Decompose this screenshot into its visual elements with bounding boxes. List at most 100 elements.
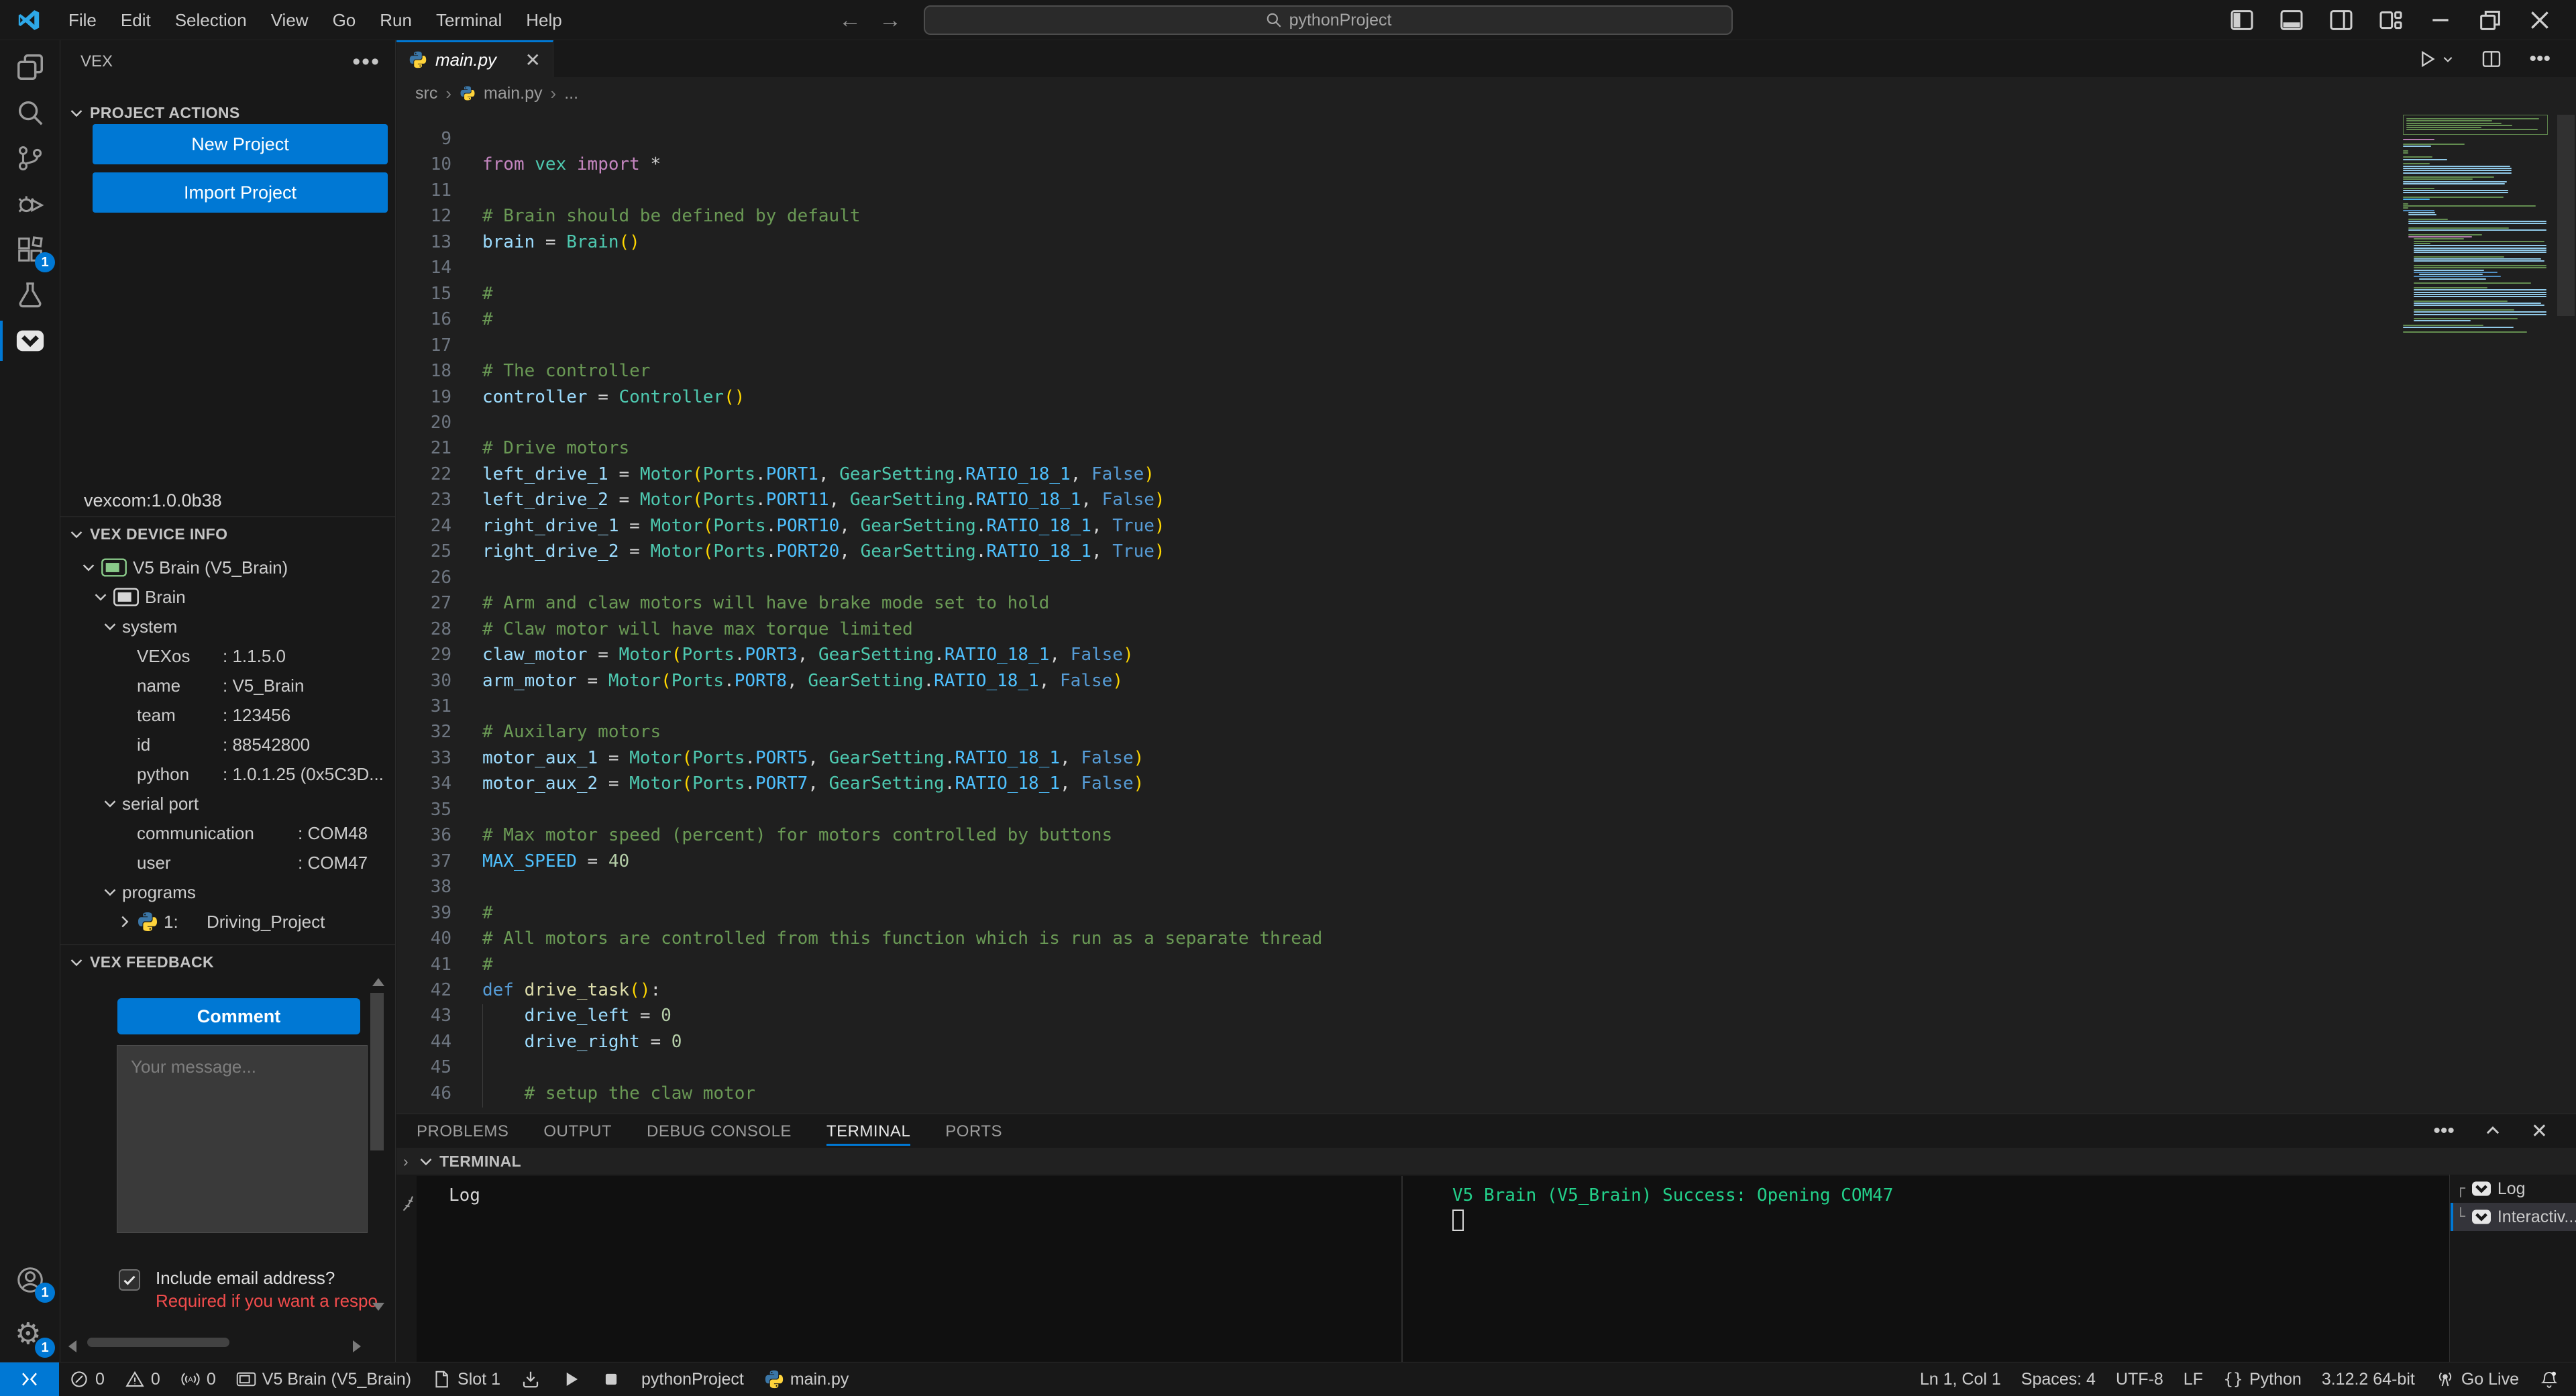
remote-indicator[interactable] xyxy=(0,1362,59,1396)
status-0[interactable]: 0 xyxy=(59,1362,115,1396)
status-go-live[interactable]: Go Live xyxy=(2425,1362,2529,1396)
tree-item-serial-port[interactable]: serial port xyxy=(60,789,395,818)
scroll-right-arrow[interactable] xyxy=(353,1340,361,1352)
sidebar-horizontal-scrollbar[interactable] xyxy=(87,1338,229,1347)
panel-maximize-icon[interactable] xyxy=(2484,1122,2502,1140)
include-email-checkbox[interactable] xyxy=(119,1269,140,1291)
split-editor-icon[interactable] xyxy=(2481,48,2502,70)
status-bell[interactable] xyxy=(2529,1362,2569,1396)
sidebar-more-actions-icon[interactable]: ••• xyxy=(352,49,380,75)
toggle-sidebar-icon[interactable] xyxy=(2229,7,2255,34)
tree-item-team[interactable]: team: 123456 xyxy=(60,700,395,730)
tree-item-1-[interactable]: 1:Driving_Project xyxy=(60,907,395,936)
menu-selection[interactable]: Selection xyxy=(163,0,259,40)
menu-terminal[interactable]: Terminal xyxy=(424,0,514,40)
breadcrumb-src[interactable]: src xyxy=(415,84,437,103)
scroll-up-arrow[interactable] xyxy=(372,978,384,986)
terminal-list-item-log[interactable]: ┌Log xyxy=(2451,1175,2576,1203)
scroll-left-arrow[interactable] xyxy=(68,1340,76,1352)
status-pythonproject[interactable]: pythonProject xyxy=(631,1362,754,1396)
status-v5-brain-v5-brain[interactable]: V5 Brain (V5_Brain) xyxy=(226,1362,421,1396)
status-lf[interactable]: LF xyxy=(2174,1362,2213,1396)
breadcrumb-symbol[interactable]: ... xyxy=(564,84,578,103)
status-play[interactable] xyxy=(551,1362,591,1396)
run-python-file-icon[interactable] xyxy=(2416,48,2454,70)
section-vex-feedback[interactable]: VEX FEEDBACK xyxy=(60,947,395,977)
activity-extensions[interactable]: 1 xyxy=(0,227,60,272)
minimize-button[interactable] xyxy=(2427,7,2454,34)
activity-vex[interactable] xyxy=(0,318,60,364)
activity-settings[interactable]: ⚙1 xyxy=(0,1312,60,1358)
tree-item-python[interactable]: python: 1.0.1.25 (0x5C3D... xyxy=(60,759,395,789)
tree-item-id[interactable]: id: 88542800 xyxy=(60,730,395,759)
menu-help[interactable]: Help xyxy=(514,0,574,40)
breadcrumb[interactable]: src › main.py › ... xyxy=(396,77,2576,109)
activity-testing[interactable] xyxy=(0,272,60,318)
tree-item-name[interactable]: name: V5_Brain xyxy=(60,671,395,700)
panel-tab-debug-console[interactable]: DEBUG CONSOLE xyxy=(647,1114,792,1148)
code-editor[interactable]: 910from vex import *1112# Brain should b… xyxy=(396,109,2576,1114)
tree-item-vexos[interactable]: VEXos: 1.1.5.0 xyxy=(60,641,395,671)
panel-close-icon[interactable]: ✕ xyxy=(2531,1120,2548,1143)
activity-source-control[interactable] xyxy=(0,136,60,181)
status-stop[interactable] xyxy=(591,1362,631,1396)
comment-button[interactable]: Comment xyxy=(117,998,360,1034)
tree-item-brain[interactable]: Brain xyxy=(60,582,395,612)
terminal-list-divider[interactable] xyxy=(2449,1175,2450,1362)
terminal-list-item-interactiv-[interactable]: └Interactiv... xyxy=(2451,1203,2576,1231)
tab-close-icon[interactable]: ✕ xyxy=(525,49,541,71)
menu-go[interactable]: Go xyxy=(321,0,368,40)
section-project-actions[interactable]: PROJECT ACTIONS xyxy=(60,98,395,127)
nav-back-button[interactable]: ← xyxy=(839,7,861,34)
minimap[interactable] xyxy=(2403,115,2555,333)
tree-item-v5-brain-v5-brain-[interactable]: V5 Brain (V5_Brain) xyxy=(60,553,395,582)
tree-item-communication[interactable]: communication: COM48 xyxy=(60,818,395,848)
editor-scrollbar[interactable] xyxy=(2557,115,2575,316)
tab-main-py[interactable]: main.py ✕ xyxy=(396,40,553,77)
section-vex-device-info[interactable]: VEX DEVICE INFO xyxy=(60,519,395,549)
toggle-panel-icon[interactable] xyxy=(2278,7,2305,34)
status-ln-1-col-1[interactable]: Ln 1, Col 1 xyxy=(1910,1362,2011,1396)
tree-item-programs[interactable]: programs xyxy=(60,877,395,907)
menu-view[interactable]: View xyxy=(259,0,321,40)
restore-button[interactable] xyxy=(2477,7,2504,34)
status-0[interactable]: 0 xyxy=(115,1362,170,1396)
panel-more-actions-icon[interactable]: ••• xyxy=(2433,1120,2455,1142)
status-3-12-2-64-bit[interactable]: 3.12.2 64-bit xyxy=(2312,1362,2425,1396)
terminal-pane-log[interactable]: Log xyxy=(417,1176,1401,1362)
activity-search[interactable] xyxy=(0,90,60,136)
toggle-secondary-sidebar-icon[interactable] xyxy=(2328,7,2355,34)
menu-file[interactable]: File xyxy=(56,0,109,40)
nav-forward-button[interactable]: → xyxy=(879,7,902,34)
tree-item-user[interactable]: user: COM47 xyxy=(60,848,395,877)
activity-accounts[interactable]: 1 xyxy=(0,1257,60,1303)
chevron-right-icon[interactable]: › xyxy=(403,1152,409,1171)
scroll-down-arrow[interactable] xyxy=(372,1303,384,1311)
panel-tab-output[interactable]: OUTPUT xyxy=(543,1114,612,1148)
status-python[interactable]: {}Python xyxy=(2213,1362,2312,1396)
activity-explorer[interactable] xyxy=(0,44,60,90)
new-project-button[interactable]: New Project xyxy=(93,124,388,164)
breadcrumb-file[interactable]: main.py xyxy=(484,84,543,103)
menu-run[interactable]: Run xyxy=(368,0,424,40)
status-spaces-4[interactable]: Spaces: 4 xyxy=(2011,1362,2106,1396)
sidebar-vertical-scrollbar[interactable] xyxy=(370,993,384,1150)
menu-edit[interactable]: Edit xyxy=(109,0,163,40)
status-main-py[interactable]: main.py xyxy=(754,1362,859,1396)
panel-tab-problems[interactable]: PROBLEMS xyxy=(417,1114,508,1148)
editor-more-actions-icon[interactable]: ••• xyxy=(2529,48,2551,70)
status-download[interactable] xyxy=(511,1362,551,1396)
command-center-search[interactable]: pythonProject xyxy=(924,5,1733,35)
activity-run-and-debug[interactable] xyxy=(0,181,60,227)
status-utf-8[interactable]: UTF-8 xyxy=(2106,1362,2174,1396)
close-button[interactable] xyxy=(2526,7,2553,34)
terminal-pane-interactive[interactable]: V5 Brain (V5_Brain) Success: Opening COM… xyxy=(1403,1176,2449,1362)
customize-layout-icon[interactable] xyxy=(2377,7,2404,34)
terminal-section-header[interactable]: › TERMINAL xyxy=(396,1148,2576,1175)
panel-tab-terminal[interactable]: TERMINAL xyxy=(826,1114,910,1148)
status-0[interactable]: A0 xyxy=(170,1362,226,1396)
status-slot-1[interactable]: Slot 1 xyxy=(421,1362,511,1396)
import-project-button[interactable]: Import Project xyxy=(93,172,388,213)
feedback-message-input[interactable] xyxy=(117,1045,368,1233)
tree-item-system[interactable]: system xyxy=(60,612,395,641)
